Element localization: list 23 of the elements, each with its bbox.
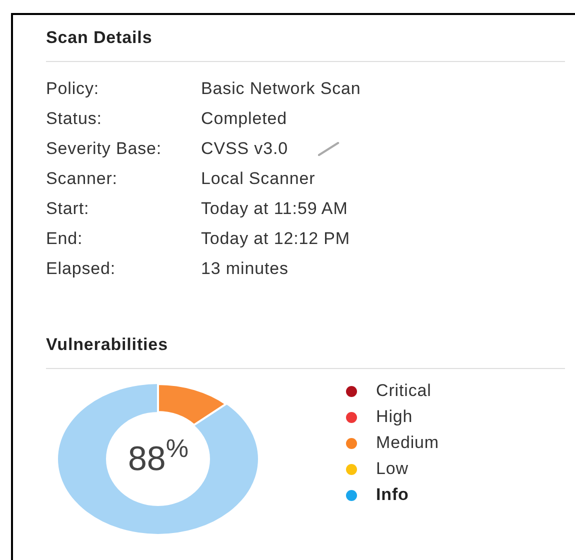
field-label: Policy: (46, 78, 100, 100)
legend-label[interactable]: Critical (376, 378, 432, 404)
legend-label[interactable]: Info (376, 482, 409, 508)
field-value: 13 minutes (201, 258, 288, 280)
legend-label[interactable]: Low (376, 456, 408, 482)
section-title: Vulnerabilities (46, 334, 169, 356)
field-label: Scanner: (46, 168, 118, 190)
section-title: Scan Details (46, 27, 154, 49)
legend-label[interactable]: Medium (376, 430, 440, 456)
pencil-icon[interactable] (318, 142, 340, 156)
percent-label: 88$^{%}$ (128, 439, 189, 479)
field-label: Start: (46, 198, 90, 220)
field-label: Status: (46, 108, 103, 130)
field-label: Elapsed: (46, 258, 117, 280)
field-value: Today at 12:12 PM (201, 228, 350, 250)
field-label: End: (46, 228, 84, 250)
field-value: Completed (201, 108, 288, 130)
field-value: Basic Network Scan (201, 78, 361, 100)
legend-label[interactable]: High (376, 404, 413, 430)
field-value: Today at 11:59 AM (201, 198, 348, 220)
field-value: CVSS v3.0 (201, 138, 288, 160)
field-value: Local Scanner (201, 168, 316, 190)
field-label: Severity Base: (46, 138, 163, 160)
